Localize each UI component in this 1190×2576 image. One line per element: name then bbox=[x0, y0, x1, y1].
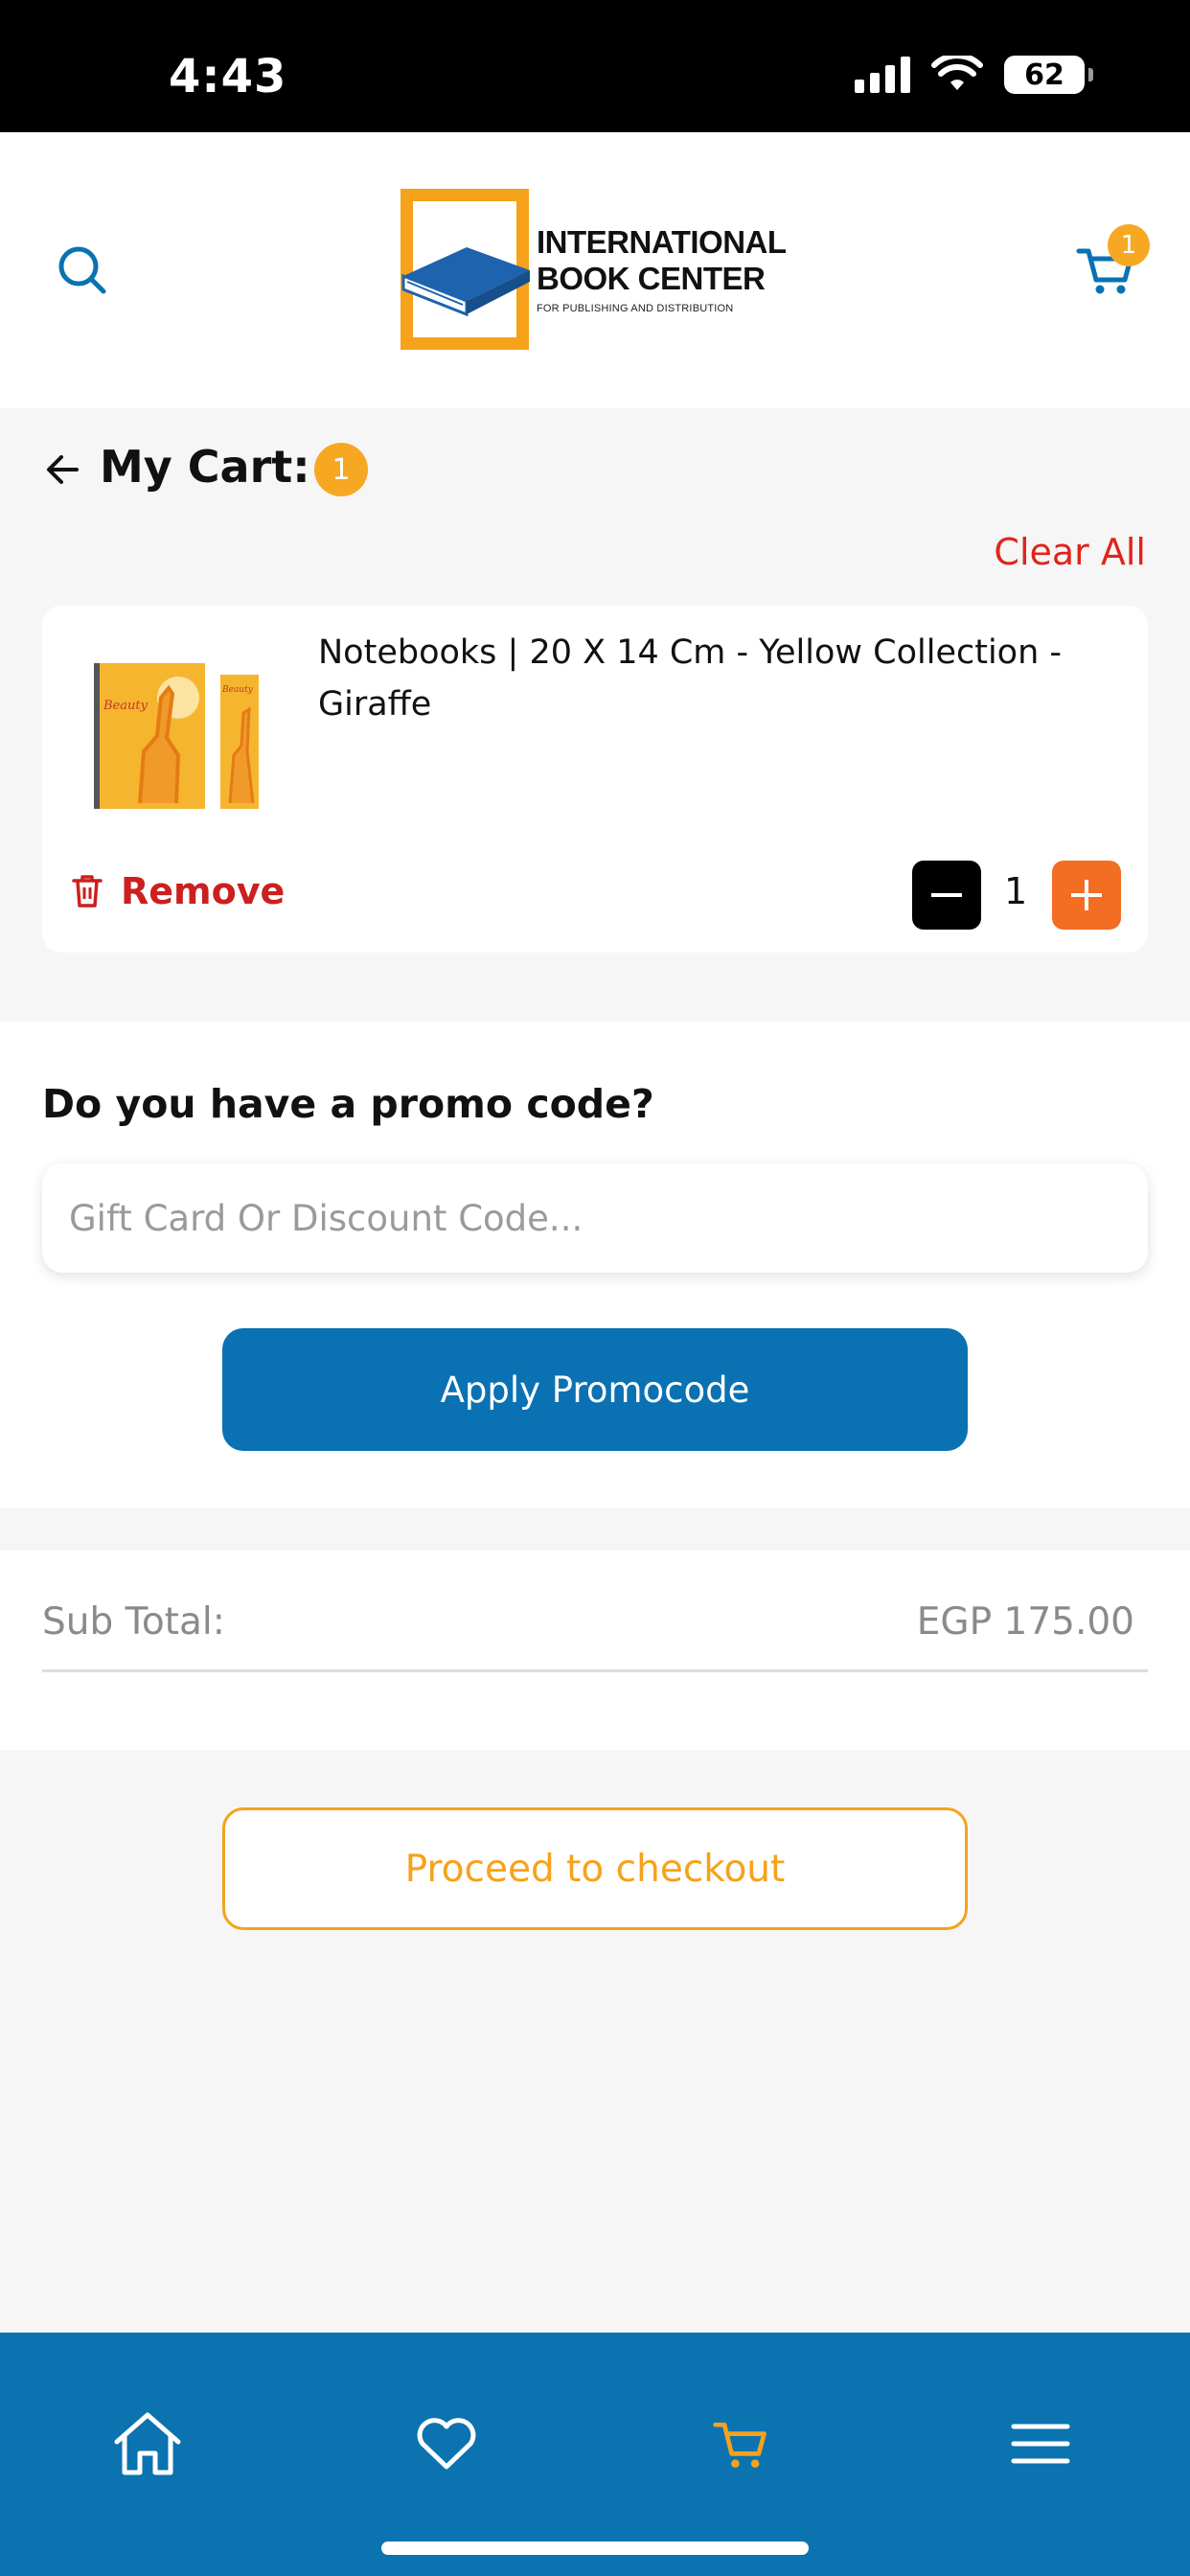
status-icons: 62 bbox=[855, 56, 1093, 94]
page-title: My Cart: bbox=[100, 441, 310, 493]
nav-wishlist[interactable] bbox=[408, 2405, 485, 2482]
clear-all-button[interactable]: Clear All bbox=[994, 531, 1146, 573]
status-time: 4:43 bbox=[169, 50, 287, 104]
status-bar: 4:43 62 bbox=[0, 0, 1190, 132]
proceed-to-checkout-button[interactable]: Proceed to checkout bbox=[222, 1807, 968, 1930]
nav-home[interactable] bbox=[109, 2405, 186, 2482]
logo-text: INTERNATIONAL BOOK CENTER FOR PUBLISHING… bbox=[537, 224, 787, 314]
svg-text:Beauty: Beauty bbox=[103, 699, 149, 713]
logo-tagline: FOR PUBLISHING AND DISTRIBUTION bbox=[537, 303, 734, 314]
logo-line-1: INTERNATIONAL bbox=[537, 224, 787, 260]
increase-quantity-button[interactable] bbox=[1052, 861, 1121, 930]
home-indicator[interactable] bbox=[381, 2542, 809, 2555]
cart-count-badge: 1 bbox=[1108, 224, 1150, 266]
divider bbox=[42, 1669, 1148, 1672]
book-logo-icon bbox=[400, 189, 530, 350]
battery-level: 62 bbox=[1024, 58, 1064, 92]
app-header: INTERNATIONAL BOOK CENTER FOR PUBLISHING… bbox=[0, 132, 1190, 408]
subtotal-label: Sub Total: bbox=[42, 1600, 225, 1644]
logo-line-2: BOOK CENTER bbox=[537, 261, 766, 296]
nav-menu[interactable] bbox=[1002, 2405, 1079, 2482]
apply-promocode-button[interactable]: Apply Promocode bbox=[222, 1328, 968, 1451]
decrease-quantity-button[interactable] bbox=[912, 861, 981, 930]
arrow-left-icon bbox=[47, 455, 79, 484]
quantity-value: 1 bbox=[1004, 870, 1028, 912]
remove-label: Remove bbox=[121, 870, 286, 912]
wifi-icon bbox=[931, 56, 983, 90]
promo-code-input[interactable] bbox=[42, 1163, 1148, 1273]
cart-item: Beauty Beauty Notebooks | 20 X 14 Cm - Y… bbox=[42, 606, 1148, 953]
heart-icon bbox=[417, 2418, 476, 2470]
battery-icon: 62 bbox=[1004, 56, 1093, 94]
cart-item-count-badge: 1 bbox=[314, 443, 368, 496]
subtotal-value: EGP 175.00 bbox=[916, 1600, 1134, 1644]
cellular-signal-icon bbox=[855, 57, 910, 93]
bottom-navigation bbox=[0, 2333, 1190, 2576]
promo-section: Do you have a promo code? Apply Promocod… bbox=[0, 1022, 1190, 1508]
nav-cart[interactable] bbox=[703, 2405, 780, 2482]
svg-text:Beauty: Beauty bbox=[221, 685, 254, 695]
cart-icon bbox=[713, 2422, 767, 2468]
trash-icon bbox=[72, 875, 103, 908]
remove-item-button[interactable]: Remove bbox=[71, 870, 285, 912]
order-summary: Sub Total: EGP 175.00 bbox=[0, 1551, 1190, 1750]
home-icon bbox=[114, 2412, 181, 2475]
search-icon bbox=[58, 246, 106, 294]
menu-icon bbox=[1011, 2424, 1070, 2464]
promo-heading: Do you have a promo code? bbox=[42, 1081, 654, 1127]
product-name[interactable]: Notebooks | 20 X 14 Cm - Yellow Collecti… bbox=[318, 627, 1123, 730]
brand-logo[interactable]: INTERNATIONAL BOOK CENTER FOR PUBLISHING… bbox=[400, 188, 787, 351]
product-image[interactable]: Beauty Beauty bbox=[90, 659, 263, 813]
search-button[interactable] bbox=[54, 242, 111, 299]
back-button[interactable] bbox=[42, 448, 84, 491]
